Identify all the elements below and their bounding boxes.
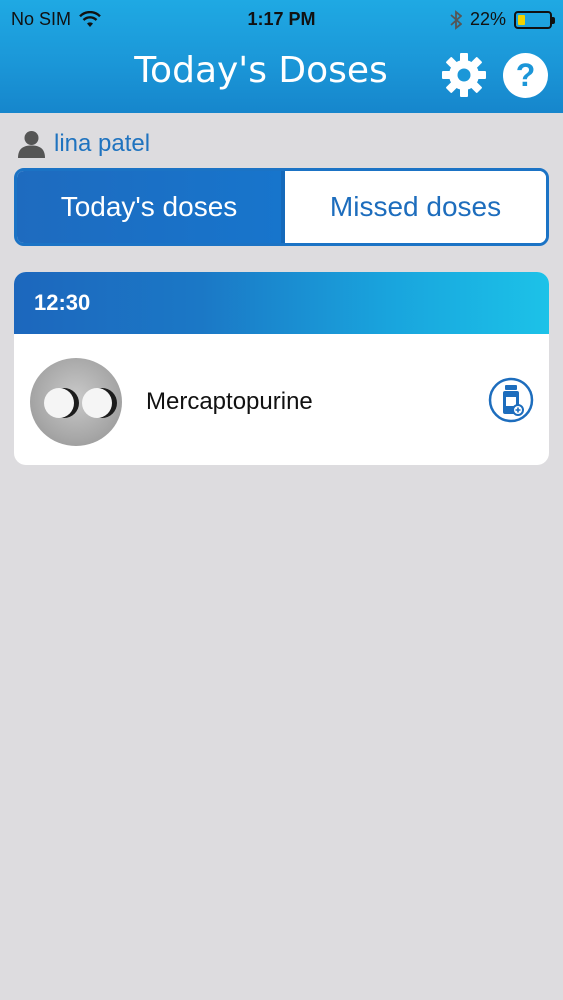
user-icon	[18, 131, 45, 158]
dose-time-header: 12:30	[14, 272, 549, 334]
bluetooth-icon	[450, 9, 462, 30]
refill-bottle-icon[interactable]	[488, 377, 534, 423]
user-name: lina patel	[54, 130, 151, 157]
pill-shape	[44, 388, 74, 418]
help-icon[interactable]: ?	[503, 53, 548, 98]
battery-icon	[514, 10, 555, 29]
pill-shape	[82, 388, 112, 418]
app-header: No SIM 1:17 PM 22% Today's Doses ?	[0, 0, 563, 113]
battery-percent: 22%	[469, 9, 506, 29]
medication-name: Mercaptopurine	[146, 388, 313, 415]
user-label: lina patel	[18, 128, 150, 160]
pill-photo	[30, 358, 122, 446]
status-bar: No SIM 1:17 PM 22%	[0, 0, 563, 38]
dose-tabs: Today's doses Missed doses	[14, 168, 549, 246]
dose-card: 12:30 Mercaptopurine	[14, 272, 549, 465]
tab-missed-doses[interactable]: Missed doses	[285, 171, 546, 243]
status-right: 22%	[450, 9, 555, 30]
gear-icon[interactable]	[441, 52, 487, 98]
dose-row[interactable]: Mercaptopurine	[14, 334, 549, 465]
tab-todays-doses[interactable]: Today's doses	[17, 171, 281, 243]
battery-fill	[518, 14, 525, 25]
